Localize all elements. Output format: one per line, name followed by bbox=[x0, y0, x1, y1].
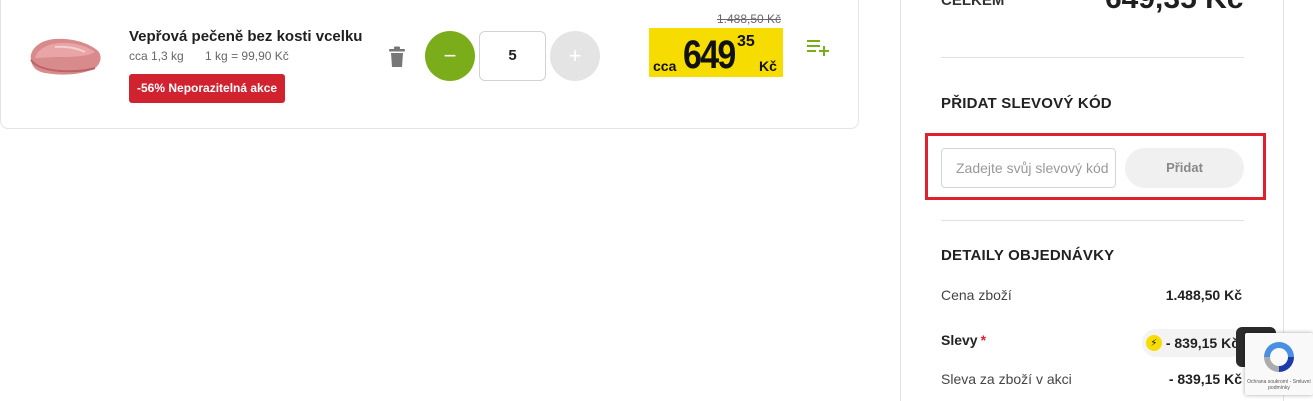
divider bbox=[941, 220, 1244, 221]
quantity-decrease-button[interactable]: − bbox=[425, 31, 475, 81]
price-main: 649 bbox=[683, 33, 736, 77]
recaptcha-badge[interactable]: Ochrana soukromí - Smluvní podmínky bbox=[1245, 333, 1313, 395]
page: Vepřová pečeně bez kosti vcelku cca 1,3 … bbox=[0, 0, 1313, 401]
recaptcha-icon bbox=[1264, 342, 1294, 372]
product-weight: cca 1,3 kg bbox=[129, 49, 184, 63]
discounts-value: - 839,15 Kč bbox=[1165, 335, 1239, 351]
product-meta: cca 1,3 kg 1 kg = 99,90 Kč bbox=[129, 49, 289, 63]
price-tag: cca 649 35 Kč bbox=[649, 28, 783, 77]
total-value: 649,35 Kč bbox=[1105, 0, 1243, 16]
promo-discount-value: - 839,15 Kč bbox=[1168, 371, 1242, 387]
quantity-increase-button[interactable]: + bbox=[550, 31, 600, 81]
quantity-input[interactable]: 5 bbox=[479, 31, 546, 81]
price-currency: Kč bbox=[759, 58, 777, 74]
product-unit-price: 1 kg = 99,90 Kč bbox=[205, 49, 289, 63]
coupon-apply-button[interactable]: Přidat bbox=[1125, 148, 1244, 188]
discounts-asterisk: * bbox=[980, 332, 987, 348]
total-label: CELKEM bbox=[941, 0, 1005, 9]
add-to-list-icon[interactable] bbox=[807, 38, 829, 58]
price-cents: 35 bbox=[737, 33, 755, 50]
product-name[interactable]: Vepřová pečeně bez kosti vcelku bbox=[129, 28, 362, 45]
goods-price-label: Cena zboží bbox=[941, 287, 1012, 303]
discounts-label-text: Slevy bbox=[941, 332, 978, 348]
discounts-label[interactable]: Slevy * bbox=[941, 332, 986, 348]
recaptcha-legal[interactable]: Ochrana soukromí - Smluvní podmínky bbox=[1247, 379, 1311, 391]
goods-price-value: 1.488,50 Kč bbox=[1165, 287, 1242, 303]
discounts-value-pill: ⚡ - 839,15 Kč bbox=[1141, 329, 1245, 357]
trash-icon[interactable] bbox=[388, 46, 406, 68]
old-price: 1.488,50 Kč bbox=[717, 12, 782, 26]
divider bbox=[941, 57, 1244, 58]
order-summary-sidebar: CELKEM 649,35 Kč PŘIDAT SLEVOVÝ KÓD Zade… bbox=[900, 0, 1284, 401]
coupon-section-title: PŘIDAT SLEVOVÝ KÓD bbox=[941, 95, 1112, 112]
price-prefix: cca bbox=[653, 58, 677, 74]
pork-roast-image bbox=[30, 38, 101, 75]
order-details-title: DETAILY OBJEDNÁVKY bbox=[941, 247, 1115, 264]
lightning-icon: ⚡ bbox=[1145, 335, 1162, 351]
promo-badge: -56% Neporazitelná akce bbox=[129, 74, 286, 103]
promo-discount-label: Sleva za zboží v akci bbox=[941, 371, 1072, 387]
coupon-code-input[interactable]: Zadejte svůj slevový kód bbox=[941, 148, 1116, 188]
cart-item-card: Vepřová pečeně bez kosti vcelku cca 1,3 … bbox=[0, 0, 859, 129]
